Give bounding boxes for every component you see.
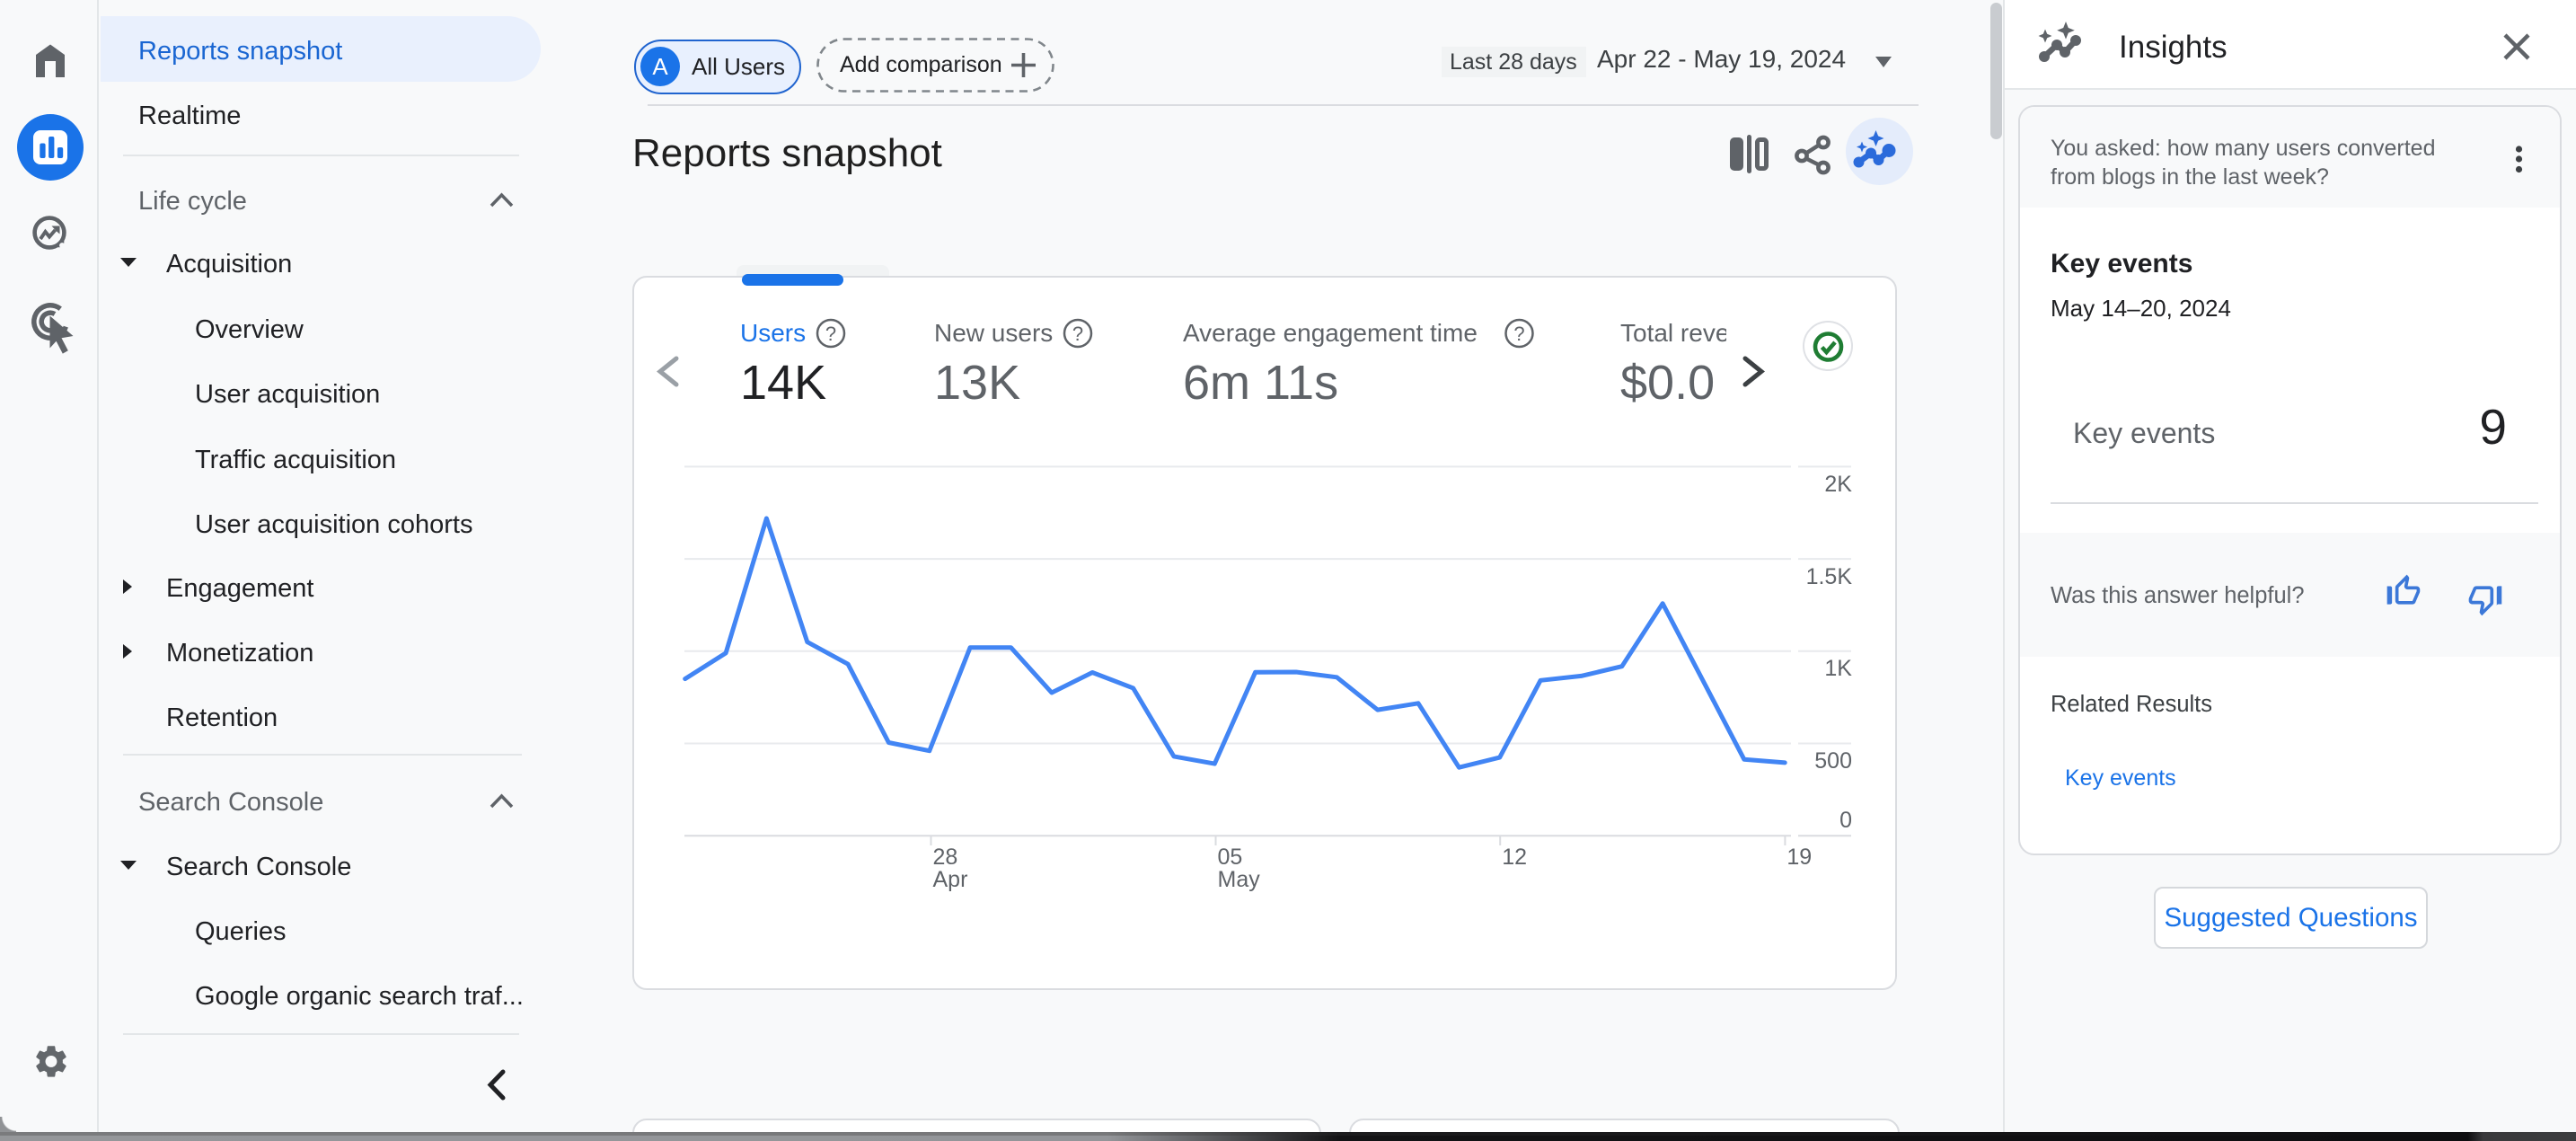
svg-text:1K: 1K [1824, 656, 1852, 681]
svg-text:Apr: Apr [933, 867, 968, 892]
svg-text:May: May [1218, 867, 1261, 892]
svg-text:05: 05 [1218, 845, 1243, 870]
svg-text:1.5K: 1.5K [1806, 564, 1853, 589]
svg-text:19: 19 [1786, 845, 1812, 870]
svg-text:28: 28 [933, 845, 958, 870]
svg-text:2K: 2K [1824, 472, 1852, 497]
svg-text:0: 0 [1839, 808, 1852, 833]
svg-text:12: 12 [1502, 845, 1527, 870]
svg-text:500: 500 [1814, 748, 1852, 774]
